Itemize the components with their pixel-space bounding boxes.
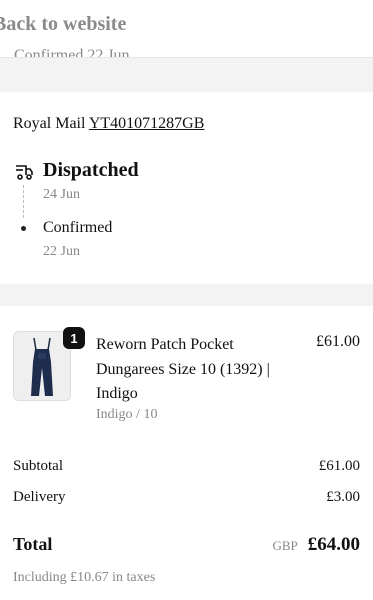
currency-code: GBP — [272, 538, 298, 553]
total-row: Total GBP £64.00 — [13, 534, 360, 556]
timeline-connector — [23, 185, 24, 218]
shipment-card: Royal Mail YT401071287GB Dispatched 24 J… — [0, 92, 373, 284]
carrier-line: Royal Mail YT401071287GB — [13, 115, 204, 133]
dispatch-truck-icon — [16, 165, 33, 180]
timeline-dot — [21, 226, 26, 231]
delivery-label: Delivery — [13, 489, 66, 505]
back-to-website-link[interactable]: Back to website — [0, 13, 126, 36]
tracking-number-link[interactable]: YT401071287GB — [89, 115, 205, 132]
carrier-name: Royal Mail — [13, 115, 86, 132]
delivery-value: £3.00 — [326, 489, 360, 505]
subtotal-value: £61.00 — [318, 458, 360, 474]
subtotal-row: Subtotal £61.00 — [13, 458, 360, 475]
subtotal-label: Subtotal — [13, 458, 64, 474]
previous-status-line: Confirmed 22 Jun — [14, 47, 130, 58]
top-bar: Back to website Confirmed 22 Jun — [0, 0, 373, 58]
product-name: Reworn Patch Pocket Dungarees Size 10 (1… — [96, 336, 270, 402]
status-confirmed-date: 22 Jun — [43, 244, 80, 259]
quantity-badge: 1 — [63, 327, 85, 349]
total-label: Total — [13, 534, 53, 554]
order-summary-card: 1 Reworn Patch Pocket Dungarees Size 10 … — [0, 306, 373, 600]
taxes-note: Including £10.67 in taxes — [13, 570, 156, 585]
status-dispatched-date: 24 Jun — [43, 187, 80, 202]
status-confirmed: Confirmed — [43, 219, 113, 236]
status-dispatched: Dispatched — [43, 159, 139, 181]
total-value: £64.00 — [307, 534, 360, 555]
product-variant: Indigo / 10 — [96, 407, 158, 422]
dungarees-image — [14, 332, 70, 400]
product-price: £61.00 — [316, 333, 360, 350]
delivery-row: Delivery £3.00 — [13, 489, 360, 506]
